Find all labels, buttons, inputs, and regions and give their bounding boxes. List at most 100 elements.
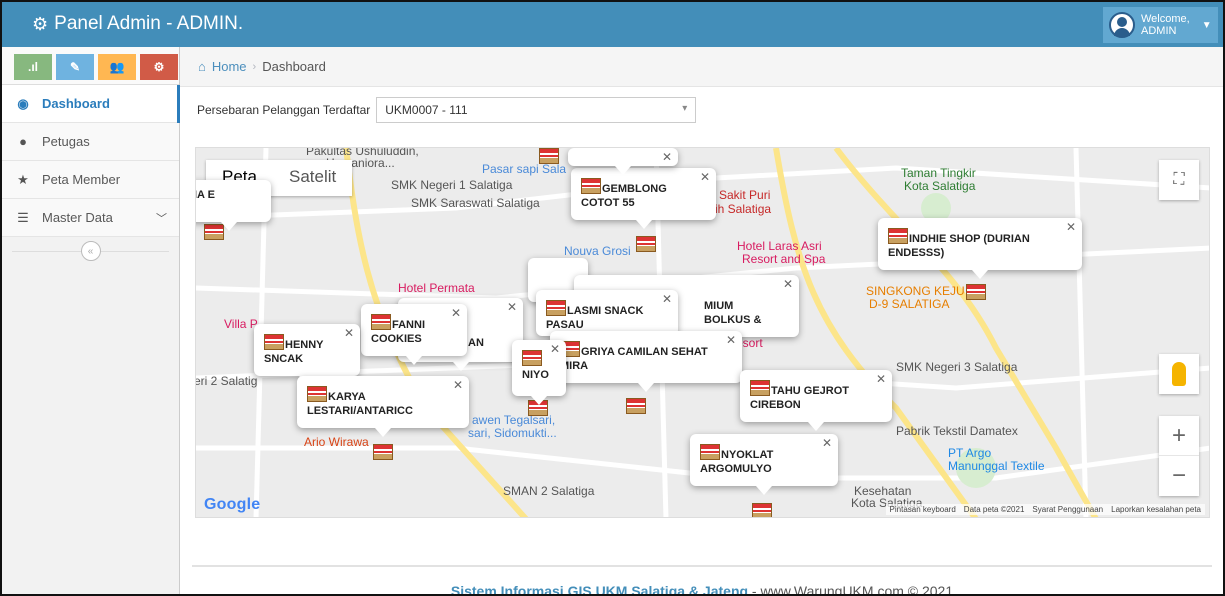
- breadcrumb-home[interactable]: Home: [212, 59, 247, 74]
- cogs-shortcut-icon[interactable]: ⚙: [140, 54, 178, 80]
- place-label: eri 2 Salatig: [195, 374, 258, 388]
- sidebar-item-label: Dashboard: [42, 96, 110, 111]
- shop-icon: [750, 380, 770, 396]
- shop-marker[interactable]: [966, 284, 986, 300]
- place-label: Pabrik Tekstil Damatex: [896, 424, 1018, 438]
- place-label: Ario Wirawa: [304, 435, 369, 449]
- info-window-title: NIYO: [522, 369, 549, 381]
- top-navbar: ⚙ Panel Admin - ADMIN. Welcome, ADMIN ▼: [2, 2, 1223, 47]
- sidebar-item-label: Peta Member: [42, 172, 121, 187]
- shop-marker[interactable]: [626, 398, 646, 414]
- info-window-title: IA E: [195, 189, 215, 201]
- place-label: SMK Negeri 1 Salatiga: [391, 178, 513, 192]
- filter-label: Persebaran Pelanggan Terdaftar: [197, 103, 371, 117]
- welcome-text: Welcome,: [1141, 13, 1190, 25]
- close-icon[interactable]: ✕: [662, 150, 672, 164]
- sidebar-shortcuts: .ıl ✎ 👥 ⚙: [2, 47, 179, 85]
- info-window: ✕ TAHU GEJROT CIREBON: [740, 370, 892, 431]
- attribution-report[interactable]: Laporkan kesalahan peta: [1111, 505, 1201, 514]
- shop-marker[interactable]: [373, 444, 393, 460]
- close-icon[interactable]: ✕: [344, 326, 354, 340]
- street-view-pegman-icon[interactable]: [1159, 354, 1199, 394]
- close-icon[interactable]: ✕: [662, 292, 672, 306]
- user-menu[interactable]: Welcome, ADMIN ▼: [1103, 7, 1218, 43]
- tachometer-icon: ◉: [17, 95, 29, 111]
- place-label: SMAN 2 Salatiga: [503, 484, 595, 498]
- sidebar-collapse: «: [2, 237, 179, 265]
- filter-bar: Persebaran Pelanggan Terdaftar UKM0007 -…: [197, 97, 697, 123]
- double-chevron-left-icon[interactable]: «: [80, 241, 101, 261]
- user-welcome: Welcome, ADMIN: [1141, 13, 1190, 37]
- attribution-terms[interactable]: Syarat Penggunaan: [1032, 505, 1103, 514]
- close-icon[interactable]: ✕: [1066, 220, 1076, 234]
- cogs-icon: ⚙: [32, 13, 49, 34]
- shop-icon: [888, 228, 908, 244]
- close-icon[interactable]: ✕: [507, 300, 517, 314]
- home-icon: ⌂: [198, 59, 206, 74]
- sidebar-item-label: Petugas: [42, 134, 90, 149]
- info-window: ✕ INDHIE SHOP (DURIAN ENDESSS): [878, 218, 1082, 279]
- pencil-icon[interactable]: ✎: [56, 54, 94, 80]
- place-label: Resort and Spa: [742, 252, 826, 266]
- info-window: ✕ GRIYA CAMILAN SEHAT MIRA: [550, 331, 742, 392]
- sidebar-item-petugas[interactable]: ● Petugas: [2, 123, 179, 161]
- shop-icon: [522, 350, 542, 366]
- user-name: ADMIN: [1141, 25, 1177, 37]
- shop-marker[interactable]: [752, 503, 772, 517]
- info-window-title: INDHIE SHOP (DURIAN ENDESSS): [888, 233, 1030, 259]
- fullscreen-icon[interactable]: ⛶: [1159, 160, 1199, 200]
- info-window: ✕ FANNI COOKIES: [361, 304, 467, 365]
- map[interactable]: Pakultas Ushuluddin, n Humaniora... SMK …: [195, 147, 1210, 518]
- shop-icon: [581, 178, 601, 194]
- signal-icon[interactable]: .ıl: [14, 54, 52, 80]
- footer: Sistem Informasi GIS UKM Salatiga & Jate…: [192, 565, 1212, 596]
- caret-down-icon: ▼: [1201, 19, 1212, 31]
- place-label: sari, Sidomukti...: [468, 426, 557, 440]
- place-label: Nouva Grosi: [564, 244, 631, 258]
- attribution-keyboard[interactable]: Pintasan keyboard: [890, 505, 956, 514]
- close-icon[interactable]: ✕: [453, 378, 463, 392]
- brand[interactable]: ⚙ Panel Admin - ADMIN.: [32, 13, 243, 35]
- footer-brand: Sistem Informasi GIS UKM Salatiga & Jate…: [450, 583, 749, 596]
- place-label: SMK Negeri 3 Salatiga: [896, 360, 1018, 374]
- users-icon[interactable]: 👥: [98, 54, 136, 80]
- star-icon: ★: [17, 171, 29, 187]
- avatar: [1109, 12, 1135, 38]
- place-label: D-9 SALATIGA: [869, 297, 950, 311]
- info-window: ✕ LASMI SNACK PASAU: [536, 290, 678, 345]
- map-type-satelit[interactable]: Satelit: [273, 160, 352, 196]
- attribution-data: Data peta ©2021: [963, 505, 1025, 514]
- sidebar-item-peta-member[interactable]: ★ Peta Member: [2, 161, 179, 199]
- zoom-in-button[interactable]: +: [1159, 416, 1199, 456]
- sidebar-item-dashboard[interactable]: ◉ Dashboard: [2, 85, 180, 123]
- info-window-title: MIUM BOLKUS &: [704, 300, 762, 326]
- place-label: Kota Salatiga: [904, 179, 976, 193]
- place-label: sih Salatiga: [709, 202, 772, 216]
- info-window: ✕ KARYA LESTARI/ANTARICC: [297, 376, 469, 437]
- info-window: IA E: [195, 180, 271, 231]
- shop-icon: [546, 300, 566, 316]
- close-icon[interactable]: ✕: [783, 277, 793, 291]
- sidebar: .ıl ✎ 👥 ⚙ ◉ Dashboard ● Petugas ★ Peta M…: [2, 47, 180, 594]
- place-label: Pasar sapi Sala: [482, 162, 567, 176]
- shop-marker[interactable]: [636, 236, 656, 252]
- place-label: Taman Tingkir: [901, 166, 976, 180]
- info-window: ✕ HENNY SNCAK: [254, 324, 360, 385]
- close-icon[interactable]: ✕: [876, 372, 886, 386]
- ukm-select[interactable]: UKM0007 - 111: [376, 97, 697, 123]
- close-icon[interactable]: ✕: [700, 170, 710, 184]
- close-icon[interactable]: ✕: [726, 333, 736, 347]
- close-icon[interactable]: ✕: [550, 342, 560, 356]
- close-icon[interactable]: ✕: [822, 436, 832, 450]
- info-window: ✕ NIYO: [512, 340, 566, 405]
- shop-marker[interactable]: [539, 148, 559, 164]
- close-icon[interactable]: ✕: [451, 306, 461, 320]
- sidebar-item-master-data[interactable]: ☰ Master Data ﹀: [2, 199, 179, 237]
- chevron-down-icon: ﹀: [156, 212, 167, 225]
- place-label: PT Argo: [948, 446, 992, 460]
- place-label: SMK Saraswati Salatiga: [411, 196, 540, 210]
- info-window-title: AN: [468, 337, 484, 349]
- breadcrumb: ⌂ Home › Dashboard: [180, 47, 1223, 87]
- app-window: ⚙ Panel Admin - ADMIN. Welcome, ADMIN ▼ …: [0, 0, 1225, 596]
- zoom-out-button[interactable]: −: [1159, 456, 1199, 496]
